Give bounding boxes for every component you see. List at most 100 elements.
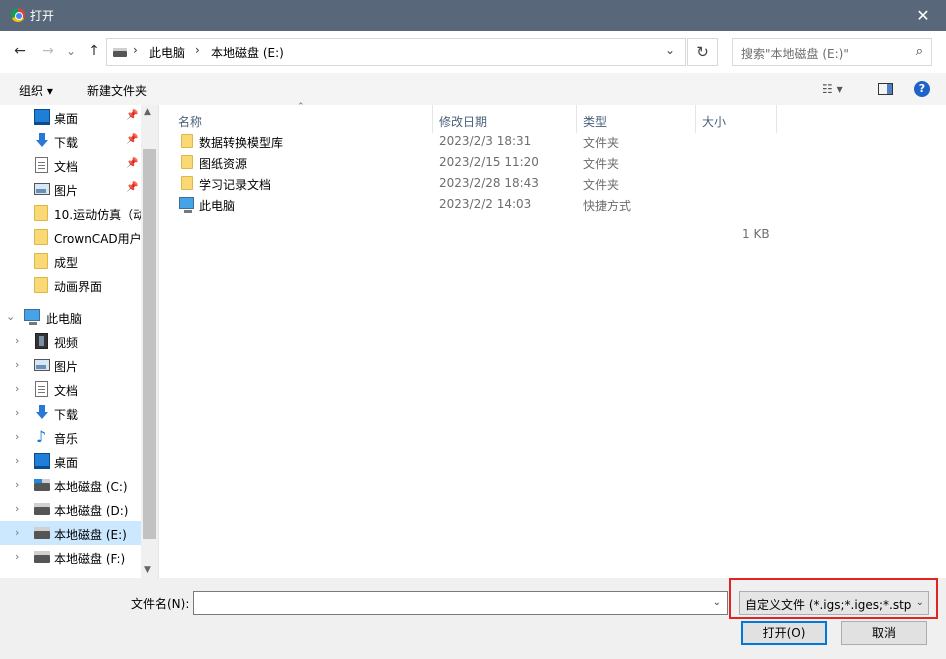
dialog-footer: 文件名(N): ⌄ 自定义文件 (*.igs;*.iges;*.stp;* ⌄ … xyxy=(0,578,946,659)
search-box[interactable]: 搜索"本地磁盘 (E:)" ⌕ xyxy=(732,38,932,66)
filename-label: 文件名(N): xyxy=(131,597,190,611)
help-icon[interactable]: ? xyxy=(914,81,930,97)
scroll-down-arrow-icon[interactable]: ▼ xyxy=(144,565,151,575)
file-row[interactable]: 此电脑 2023/2/2 14:03 快捷方式 xyxy=(159,194,946,215)
chevron-down-icon[interactable]: ⌄ xyxy=(916,597,924,608)
music-icon: ♪ xyxy=(36,427,47,446)
pc-shortcut-icon xyxy=(179,197,194,213)
file-type: 文件夹 xyxy=(583,136,620,150)
sidebar-item-drive-d[interactable]: › 本地磁盘 (D:) xyxy=(0,497,141,521)
file-name: 数据转换模型库 xyxy=(199,136,284,150)
organize-menu[interactable]: 组织 ▾ xyxy=(19,82,53,99)
file-type-filter-select[interactable]: 自定义文件 (*.igs;*.iges;*.stp;* ⌄ xyxy=(739,591,929,615)
address-bar[interactable]: › 此电脑 › 本地磁盘 (E:) ⌄ xyxy=(106,38,686,66)
sidebar-item-label: 本地磁盘 (C:) xyxy=(54,480,128,494)
folder-icon xyxy=(34,253,48,269)
sidebar-item-label: 桌面 xyxy=(54,112,79,126)
chevron-right-icon[interactable]: › xyxy=(15,430,19,443)
desktop-icon xyxy=(34,453,50,469)
filename-field[interactable]: ⌄ xyxy=(193,591,728,615)
sidebar-item-folder[interactable]: 10.运动仿真（动 xyxy=(0,201,141,225)
sidebar-item-downloads[interactable]: 下载 📌 xyxy=(0,129,141,153)
chevron-down-icon[interactable]: ⌄ xyxy=(6,310,15,323)
drive-icon xyxy=(34,551,50,563)
chevron-down-icon[interactable]: ⌄ xyxy=(665,43,675,57)
sidebar-item-folder[interactable]: 成型 xyxy=(0,249,141,273)
forward-arrow-icon[interactable]: → xyxy=(38,41,58,61)
new-folder-button[interactable]: 新建文件夹 xyxy=(87,82,147,99)
sidebar-item-label: 下载 xyxy=(54,408,79,422)
chevron-right-icon[interactable]: › xyxy=(15,382,19,395)
open-button[interactable]: 打开(O) xyxy=(741,621,827,645)
pin-icon: 📌 xyxy=(126,110,139,121)
sidebar-item-drive-f[interactable]: › 本地磁盘 (F:) xyxy=(0,545,141,569)
search-icon[interactable]: ⌕ xyxy=(916,44,923,59)
sidebar-item-downloads[interactable]: › 下载 xyxy=(0,401,141,425)
chevron-right-icon[interactable]: › xyxy=(15,478,19,491)
column-separator[interactable] xyxy=(776,105,777,133)
sidebar-item-documents[interactable]: › 文档 xyxy=(0,377,141,401)
back-arrow-icon[interactable]: ← xyxy=(10,41,30,61)
chevron-right-icon[interactable]: › xyxy=(15,502,19,515)
chevron-right-icon[interactable]: › xyxy=(15,406,19,419)
refresh-button[interactable]: ↻ xyxy=(687,38,718,66)
cancel-button[interactable]: 取消 xyxy=(841,621,927,645)
close-button[interactable]: ✕ xyxy=(900,0,946,31)
file-row[interactable]: 图纸资源 2023/2/15 11:20 文件夹 xyxy=(159,152,946,173)
sidebar-item-label: 音乐 xyxy=(54,432,79,446)
breadcrumb-separator-icon[interactable]: › xyxy=(133,43,138,57)
chevron-right-icon[interactable]: › xyxy=(15,526,19,539)
sidebar-item-label: 桌面 xyxy=(54,456,79,470)
sidebar-item-documents[interactable]: 文档 📌 xyxy=(0,153,141,177)
breadcrumb-drive-e[interactable]: 本地磁盘 (E:) xyxy=(211,44,284,61)
sidebar-item-folder[interactable]: 动画界面 xyxy=(0,273,141,297)
scrollbar-thumb[interactable] xyxy=(143,149,156,539)
view-options-icon[interactable]: ☷ ▾ xyxy=(822,82,843,96)
sidebar-item-pictures[interactable]: › 图片 xyxy=(0,353,141,377)
column-header-name[interactable]: 名称 xyxy=(172,105,433,133)
column-header-label: 名称 xyxy=(178,115,203,129)
sidebar-item-music[interactable]: › ♪ 音乐 xyxy=(0,425,141,449)
file-date: 2023/2/28 18:43 xyxy=(439,176,539,190)
pin-icon: 📌 xyxy=(126,158,139,169)
picture-icon xyxy=(34,183,50,195)
preview-pane-icon[interactable] xyxy=(878,83,893,95)
sidebar-item-desktop[interactable]: 桌面 📌 xyxy=(0,105,141,129)
column-header-date[interactable]: 修改日期 xyxy=(433,105,577,133)
document-icon xyxy=(35,381,48,397)
column-header-size[interactable]: 大小 xyxy=(696,105,777,133)
sidebar-item-label: 视频 xyxy=(54,336,79,350)
breadcrumb-separator-icon[interactable]: › xyxy=(195,43,200,57)
sidebar-scrollbar[interactable]: ▲ ▼ xyxy=(141,105,158,578)
file-type-filter-highlight: 自定义文件 (*.igs;*.iges;*.stp;* ⌄ xyxy=(729,578,938,619)
sidebar-item-label: 图片 xyxy=(54,184,79,198)
sidebar-item-drive-c[interactable]: › 本地磁盘 (C:) xyxy=(0,473,141,497)
breadcrumb-this-pc[interactable]: 此电脑 xyxy=(149,44,185,61)
sidebar-item-pictures[interactable]: 图片 📌 xyxy=(0,177,141,201)
chevron-right-icon[interactable]: › xyxy=(15,334,19,347)
navigation-pane: 桌面 📌 下载 📌 文档 📌 图片 📌 10.运动仿真（动 CrownCAD用户… xyxy=(0,105,141,578)
sidebar-item-label: 文档 xyxy=(54,384,79,398)
column-header-type[interactable]: 类型 xyxy=(577,105,696,133)
search-input[interactable]: 搜索"本地磁盘 (E:)" xyxy=(741,45,849,62)
sidebar-item-folder[interactable]: CrownCAD用户 xyxy=(0,225,141,249)
sidebar-item-label: 此电脑 xyxy=(46,312,83,326)
sidebar-item-desktop[interactable]: › 桌面 xyxy=(0,449,141,473)
scroll-up-arrow-icon[interactable]: ▲ xyxy=(144,107,151,117)
sidebar-item-label: 下载 xyxy=(54,136,79,150)
chevron-right-icon[interactable]: › xyxy=(15,358,19,371)
chevron-down-icon[interactable]: ⌄ xyxy=(713,597,721,608)
recent-locations-chevron-icon[interactable]: ⌄ xyxy=(64,41,78,61)
file-row[interactable]: 数据转换模型库 2023/2/3 18:31 文件夹 xyxy=(159,131,946,152)
sidebar-item-videos[interactable]: › 视频 xyxy=(0,329,141,353)
sidebar-item-this-pc[interactable]: ⌄ 此电脑 xyxy=(0,305,141,329)
up-arrow-icon[interactable]: ↑ xyxy=(84,41,104,61)
chrome-icon xyxy=(11,8,25,22)
sidebar-item-drive-e[interactable]: › 本地磁盘 (E:) xyxy=(0,521,141,545)
chevron-right-icon[interactable]: › xyxy=(15,454,19,467)
chevron-right-icon[interactable]: › xyxy=(15,550,19,563)
folder-icon xyxy=(34,205,48,221)
file-date: 2023/2/15 11:20 xyxy=(439,155,539,169)
column-header-label: 修改日期 xyxy=(439,115,488,129)
file-row[interactable]: 学习记录文档 2023/2/28 18:43 文件夹 xyxy=(159,173,946,194)
